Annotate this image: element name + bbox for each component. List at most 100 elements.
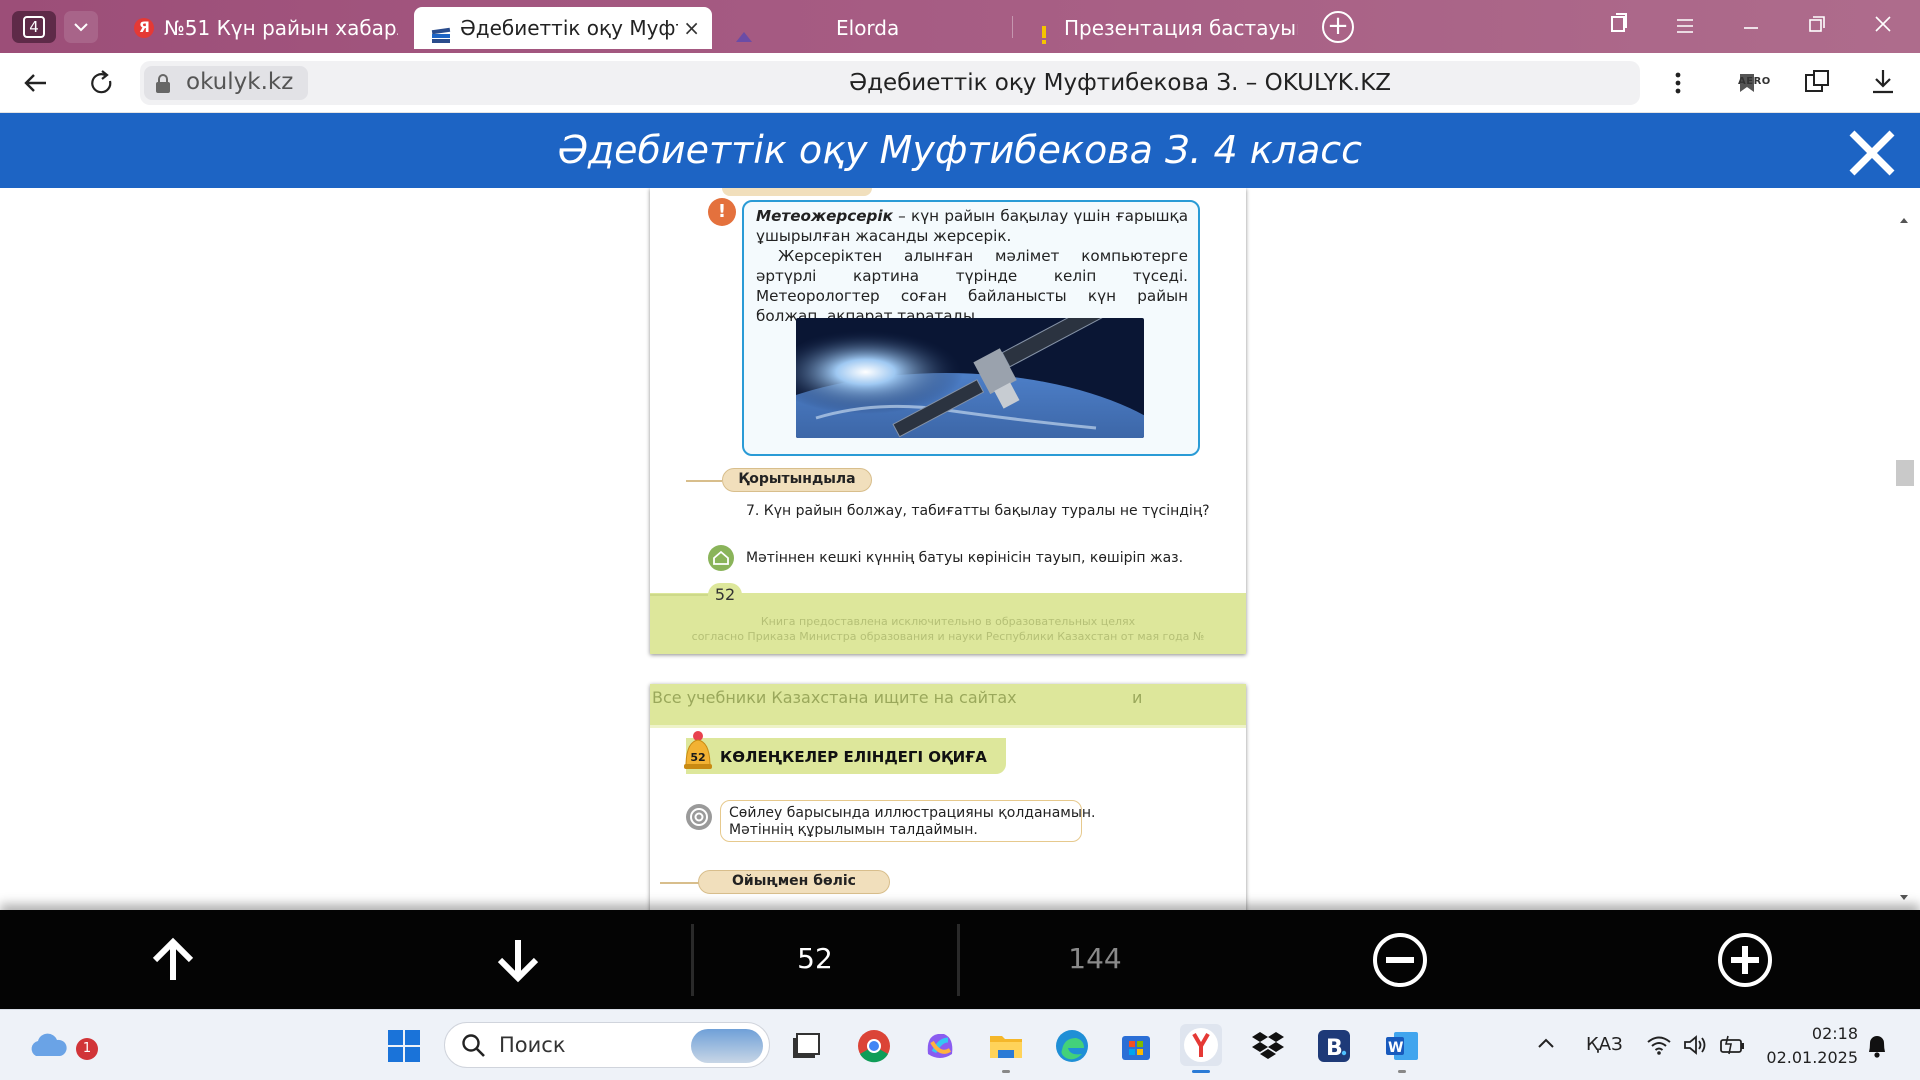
minus-circle-icon bbox=[1373, 933, 1427, 987]
goal-line-2: Мәтіннің құрылымын талдаймын. bbox=[729, 822, 978, 838]
system-clock[interactable]: 02:18 02.01.2025 bbox=[1766, 1022, 1858, 1070]
weather-widget[interactable]: 1 bbox=[28, 1028, 98, 1064]
presentation-favicon-icon bbox=[1034, 18, 1054, 44]
scrollbar-thumb[interactable] bbox=[1896, 460, 1914, 486]
header-watermark-and: и bbox=[1132, 688, 1143, 707]
dropbox-icon[interactable] bbox=[1250, 1028, 1286, 1064]
close-window-icon[interactable] bbox=[1868, 12, 1898, 42]
language-indicator[interactable]: ҚАЗ bbox=[1586, 1034, 1623, 1055]
tab-title: Әдебиеттік оқу Муфтибекова З. bbox=[460, 16, 678, 40]
search-placeholder: Поиск bbox=[499, 1033, 566, 1057]
page-header-band: Все учебники Казахстана ищите на сайтах … bbox=[650, 684, 1246, 728]
exclamation-icon: ! bbox=[708, 198, 736, 226]
home-task-icon bbox=[708, 545, 734, 571]
edge-icon[interactable] bbox=[1054, 1028, 1090, 1064]
minimize-icon[interactable] bbox=[1736, 12, 1766, 42]
windows-taskbar: 1 Поиск B W ҚАЗ 02:18 02.01.2025 bbox=[0, 1009, 1920, 1080]
scroll-up-icon[interactable] bbox=[1899, 216, 1909, 224]
notification-badge: 1 bbox=[76, 1038, 98, 1060]
toolbar-separator bbox=[691, 924, 694, 996]
extensions-icon[interactable] bbox=[1802, 67, 1832, 101]
scroll-down-icon[interactable] bbox=[1899, 894, 1909, 902]
footer-line-2: согласно Приказа Министра образования и … bbox=[691, 630, 1205, 643]
book-page-next: Все учебники Казахстана ищите на сайтах … bbox=[650, 684, 1246, 910]
tab-list-dropdown[interactable] bbox=[64, 11, 98, 43]
download-icon[interactable] bbox=[1868, 67, 1898, 101]
wifi-icon[interactable] bbox=[1646, 1032, 1672, 1058]
close-tab-icon[interactable]: × bbox=[683, 7, 700, 49]
page-title: Әдебиеттік оқу Муфтибекова З. – OKULYK.K… bbox=[848, 70, 1392, 96]
file-explorer-icon[interactable] bbox=[988, 1028, 1024, 1064]
start-button[interactable] bbox=[386, 1028, 422, 1064]
chrome-icon[interactable] bbox=[856, 1028, 892, 1064]
chevron-up-icon bbox=[1538, 1038, 1554, 1048]
section-label-share: Ойыңмен бөліс bbox=[698, 870, 890, 894]
satellite-image bbox=[796, 318, 1144, 438]
show-hidden-icons-button[interactable] bbox=[1534, 1032, 1558, 1056]
reload-button[interactable] bbox=[86, 67, 118, 99]
browser-tab-strip: 4 Я №51 Күн райын хабарлау Әдебиеттік оқ… bbox=[0, 0, 1920, 53]
task-view-icon[interactable] bbox=[787, 1028, 823, 1064]
current-page-input[interactable]: 52 bbox=[700, 942, 930, 975]
book-title: Әдебиеттік оқу Муфтибекова З. 4 класс bbox=[557, 128, 1363, 172]
tab-count-button[interactable]: 4 bbox=[12, 11, 56, 43]
lesson-title: КӨЛЕҢКЕЛЕР ЕЛІНДЕГІ ОҚИҒА bbox=[720, 748, 987, 766]
back-button[interactable] bbox=[20, 67, 52, 99]
section-line bbox=[660, 882, 700, 884]
tab-weather-lesson[interactable]: Я №51 Күн райын хабарлау bbox=[118, 7, 408, 49]
taskbar-search[interactable]: Поиск bbox=[444, 1022, 770, 1068]
word-icon[interactable]: W bbox=[1384, 1028, 1420, 1064]
viewer-toolbar: 52 144 bbox=[0, 910, 1920, 1009]
page-number-line bbox=[650, 594, 708, 596]
clock-date: 02.01.2025 bbox=[1766, 1048, 1858, 1067]
copilot-icon[interactable] bbox=[922, 1028, 958, 1064]
info-term: Метеожерсерік bbox=[756, 207, 893, 225]
viewer-scrollbar[interactable] bbox=[1894, 188, 1914, 910]
url-field[interactable]: okulyk.kz Әдебиеттік оқу Муфтибекова З. … bbox=[140, 61, 1754, 105]
total-pages: 144 bbox=[1068, 942, 1122, 975]
tab-textbook[interactable]: Әдебиеттік оқу Муфтибекова З. × bbox=[414, 7, 712, 49]
menu-icon[interactable] bbox=[1670, 12, 1700, 42]
viewer-header: Әдебиеттік оқу Муфтибекова З. 4 класс bbox=[0, 113, 1920, 188]
notification-bell-icon[interactable] bbox=[1864, 1032, 1890, 1060]
homework-text: Мәтіннен кешкі күннің батуы көрінісін та… bbox=[746, 550, 1184, 566]
previous-page-button[interactable] bbox=[145, 932, 201, 988]
active-indicator bbox=[1192, 1070, 1210, 1073]
svg-text:B: B bbox=[1326, 1036, 1343, 1061]
arrow-left-icon bbox=[24, 74, 46, 92]
target-icon bbox=[686, 804, 712, 830]
aero-label[interactable]: AERO bbox=[1738, 76, 1771, 87]
refresh-icon bbox=[91, 70, 112, 94]
collections-icon[interactable] bbox=[1604, 12, 1634, 42]
book-page-52: ! Метеожерсерік – күн райын бақылау үшін… bbox=[650, 188, 1246, 654]
domain-pill[interactable]: okulyk.kz bbox=[144, 66, 308, 100]
zoom-out-button[interactable] bbox=[1372, 932, 1428, 988]
address-bar: okulyk.kz Әдебиеттік оқу Муфтибекова З. … bbox=[0, 53, 1920, 113]
tab-elorda[interactable]: Elorda bbox=[718, 7, 1008, 49]
question-7: 7. Күн райын болжау, табиғатты бақылау т… bbox=[746, 503, 1210, 519]
search-icon bbox=[462, 1034, 485, 1057]
section-label-summary: Қорытындыла bbox=[722, 468, 872, 492]
more-options-icon[interactable] bbox=[1666, 67, 1690, 103]
volume-icon[interactable] bbox=[1682, 1032, 1708, 1058]
store-icon[interactable] bbox=[1118, 1028, 1154, 1064]
battery-icon[interactable] bbox=[1718, 1032, 1746, 1058]
tab-presentation[interactable]: Презентация бастауыш с bbox=[1018, 7, 1308, 49]
book-viewer[interactable]: ! Метеожерсерік – күн райын бақылау үшін… bbox=[0, 188, 1920, 910]
zoom-in-button[interactable] bbox=[1717, 932, 1773, 988]
clock-time: 02:18 bbox=[1811, 1024, 1858, 1043]
running-indicator bbox=[1002, 1070, 1010, 1073]
arrow-down-icon bbox=[497, 940, 539, 983]
goal-line-1: Сөйлеу барысында иллюстрацияны қолданамы… bbox=[729, 805, 1096, 821]
b-app-icon[interactable]: B bbox=[1316, 1028, 1352, 1064]
next-page-button[interactable] bbox=[490, 932, 546, 988]
close-viewer-icon[interactable] bbox=[1848, 129, 1896, 177]
cloud-icon bbox=[31, 1033, 67, 1056]
tab-title: №51 Күн райын хабарлау bbox=[164, 16, 398, 40]
info-definition: Метеожерсерік – күн райын бақылау үшін ғ… bbox=[756, 206, 1188, 246]
new-tab-button[interactable]: + bbox=[1322, 11, 1354, 43]
search-highlight-image bbox=[691, 1029, 763, 1063]
footer-line-1: Книга предоставлена исключительно в обра… bbox=[760, 615, 1136, 628]
yandex-browser-icon[interactable] bbox=[1180, 1024, 1222, 1066]
restore-icon[interactable] bbox=[1802, 12, 1832, 42]
